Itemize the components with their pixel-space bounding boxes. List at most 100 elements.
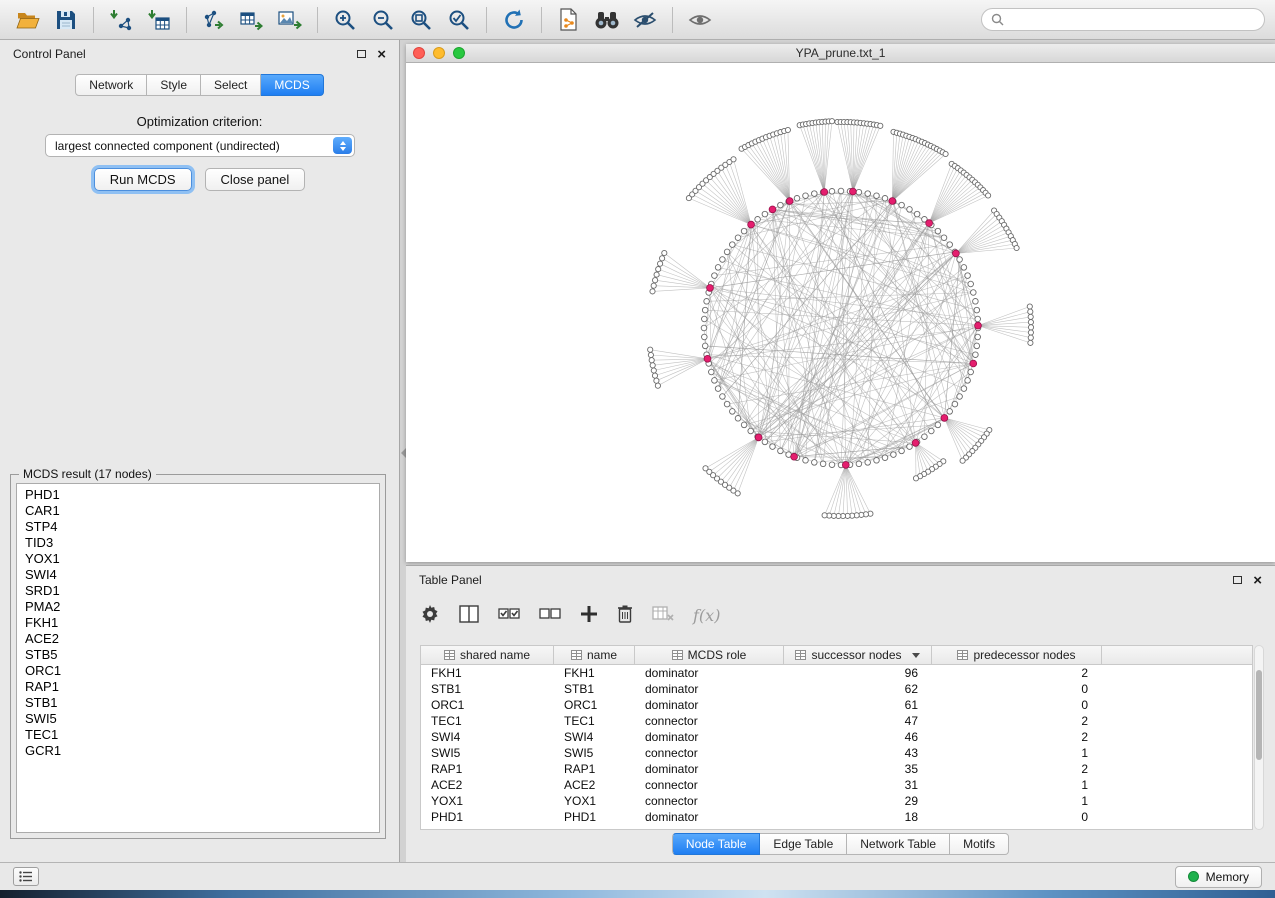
mcds-result-item[interactable]: SRD1 (17, 583, 379, 599)
close-panel-icon[interactable]: × (377, 47, 386, 62)
export-table-button[interactable] (234, 4, 270, 36)
mcds-result-item[interactable]: STP4 (17, 519, 379, 535)
cell-name: RAP1 (554, 762, 635, 776)
table-row-ORC1[interactable]: ORC1ORC1dominator610 (421, 697, 1252, 713)
column-header-predecessor-nodes[interactable]: predecessor nodes (932, 646, 1102, 664)
mcds-result-item[interactable]: TEC1 (17, 727, 379, 743)
export-network-button[interactable] (196, 4, 232, 36)
mcds-result-fieldset: MCDS result (17 nodes) PHD1CAR1STP4TID3Y… (10, 467, 386, 839)
add-column-button[interactable] (580, 605, 598, 626)
cell-name: PHD1 (554, 810, 635, 824)
search-icon (991, 13, 1004, 26)
table-tab-node-table[interactable]: Node Table (672, 833, 761, 855)
show-panels-button[interactable] (13, 867, 39, 886)
run-mcds-button[interactable]: Run MCDS (94, 168, 192, 191)
delete-column-button[interactable] (617, 604, 633, 626)
function-builder-button[interactable]: f(x) (693, 606, 720, 625)
cell-mcds-role: dominator (635, 666, 784, 680)
mcds-result-item[interactable]: TID3 (17, 535, 379, 551)
toggle-graphics-details-button[interactable] (627, 4, 663, 36)
table-settings-button[interactable] (420, 604, 440, 627)
table-row-RAP1[interactable]: RAP1RAP1dominator352 (421, 761, 1252, 777)
binoculars-icon (594, 10, 620, 30)
control-tab-mcds[interactable]: MCDS (261, 74, 323, 96)
mcds-result-item[interactable]: PHD1 (17, 487, 379, 503)
mcds-result-item[interactable]: SWI5 (17, 711, 379, 727)
refresh-button[interactable] (496, 4, 532, 36)
open-file-button[interactable] (10, 4, 46, 36)
network-window-title: YPA_prune.txt_1 (406, 46, 1275, 60)
table-tab-edge-table[interactable]: Edge Table (760, 833, 847, 855)
memory-button[interactable]: Memory (1175, 866, 1262, 888)
network-graph[interactable] (406, 63, 1275, 561)
column-label: successor nodes (811, 648, 901, 662)
mcds-result-item[interactable]: STB1 (17, 695, 379, 711)
import-network-button[interactable] (103, 4, 139, 36)
mcds-result-item[interactable]: YOX1 (17, 551, 379, 567)
close-panel-button[interactable]: Close panel (205, 168, 306, 191)
export-image-button[interactable] (272, 4, 308, 36)
float-panel-icon[interactable] (357, 50, 366, 58)
criterion-dropdown[interactable]: largest connected component (undirected) (45, 134, 355, 157)
search-input[interactable] (1010, 13, 1255, 27)
zoom-in-button[interactable] (327, 4, 363, 36)
mcds-result-list[interactable]: PHD1CAR1STP4TID3YOX1SWI4SRD1PMA2FKH1ACE2… (16, 483, 380, 833)
network-canvas[interactable] (406, 63, 1275, 561)
cell-shared-name: ACE2 (421, 778, 554, 792)
table-row-TEC1[interactable]: TEC1TEC1connector472 (421, 713, 1252, 729)
share-document-button[interactable] (551, 4, 587, 36)
control-tab-select[interactable]: Select (201, 74, 261, 96)
table-row-ACE2[interactable]: ACE2ACE2connector311 (421, 777, 1252, 793)
save-floppy-icon (55, 9, 77, 31)
table-row-STB1[interactable]: STB1STB1dominator620 (421, 681, 1252, 697)
find-button[interactable] (589, 4, 625, 36)
export-network-icon (202, 9, 226, 31)
column-header-shared-name[interactable]: shared name (421, 646, 554, 664)
clear-table-button[interactable] (652, 606, 674, 625)
deselect-all-button[interactable] (539, 605, 561, 626)
float-table-panel-icon[interactable] (1233, 576, 1242, 584)
checked-boxes-icon (498, 605, 520, 623)
network-window-titlebar[interactable]: YPA_prune.txt_1 (406, 44, 1275, 63)
mcds-result-item[interactable]: CAR1 (17, 503, 379, 519)
column-header-name[interactable]: name (554, 646, 635, 664)
cell-predecessor-nodes: 2 (932, 666, 1102, 680)
mcds-result-item[interactable]: STB5 (17, 647, 379, 663)
import-table-button[interactable] (141, 4, 177, 36)
mcds-result-item[interactable]: RAP1 (17, 679, 379, 695)
search-box[interactable] (981, 8, 1265, 31)
table-row-SWI4[interactable]: SWI4SWI4dominator462 (421, 729, 1252, 745)
mcds-result-item[interactable]: ACE2 (17, 631, 379, 647)
mcds-result-item[interactable]: PMA2 (17, 599, 379, 615)
cell-shared-name: RAP1 (421, 762, 554, 776)
control-tab-style[interactable]: Style (147, 74, 201, 96)
refresh-icon (502, 8, 526, 32)
cell-successor-nodes: 18 (784, 810, 932, 824)
table-panel-tabs: Node TableEdge TableNetwork TableMotifs (406, 833, 1275, 855)
mcds-result-item[interactable]: SWI4 (17, 567, 379, 583)
table-row-YOX1[interactable]: YOX1YOX1connector291 (421, 793, 1252, 809)
table-scrollbar-thumb[interactable] (1256, 670, 1262, 760)
table-scrollbar[interactable] (1254, 645, 1264, 830)
control-tab-network[interactable]: Network (75, 74, 147, 96)
show-columns-button[interactable] (459, 605, 479, 626)
save-session-button[interactable] (48, 4, 84, 36)
column-header-mcds-role[interactable]: MCDS role (635, 646, 784, 664)
zoom-out-button[interactable] (365, 4, 401, 36)
show-hide-button[interactable] (682, 4, 718, 36)
column-header-successor-nodes[interactable]: successor nodes (784, 646, 932, 664)
table-row-SWI5[interactable]: SWI5SWI5connector431 (421, 745, 1252, 761)
cell-successor-nodes: 62 (784, 682, 932, 696)
close-table-panel-icon[interactable]: × (1253, 573, 1262, 588)
zoom-fit-button[interactable] (403, 4, 439, 36)
table-tab-motifs[interactable]: Motifs (950, 833, 1009, 855)
table-tab-network-table[interactable]: Network Table (847, 833, 950, 855)
mcds-result-item[interactable]: FKH1 (17, 615, 379, 631)
table-row-PHD1[interactable]: PHD1PHD1dominator180 (421, 809, 1252, 825)
select-all-button[interactable] (498, 605, 520, 626)
table-row-FKH1[interactable]: FKH1FKH1dominator962 (421, 665, 1252, 681)
mcds-result-item[interactable]: ORC1 (17, 663, 379, 679)
zoom-selected-button[interactable] (441, 4, 477, 36)
column-grid-icon (795, 650, 806, 660)
mcds-result-item[interactable]: GCR1 (17, 743, 379, 759)
